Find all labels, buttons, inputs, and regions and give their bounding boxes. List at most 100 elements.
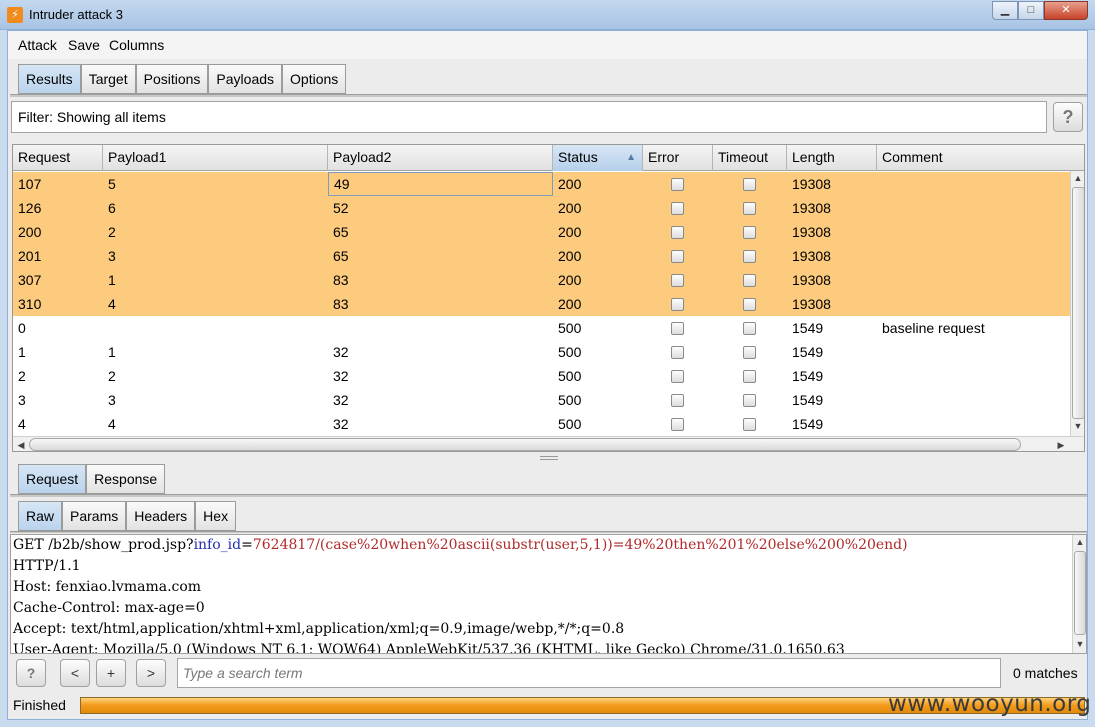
menu-columns[interactable]: Columns xyxy=(109,37,164,53)
tab-response[interactable]: Response xyxy=(86,464,166,494)
scroll-left-icon[interactable]: ◀ xyxy=(14,440,28,451)
search-help-button[interactable]: ? xyxy=(16,659,46,687)
cell-comment xyxy=(877,364,1070,388)
error-checkbox[interactable] xyxy=(671,274,684,287)
cell-request: 2 xyxy=(18,368,26,384)
error-checkbox[interactable] xyxy=(671,226,684,239)
editor-scroll-up-icon[interactable]: ▲ xyxy=(1073,537,1086,547)
cell-payload2: 49 xyxy=(328,172,553,196)
search-input[interactable]: Type a search term xyxy=(177,658,1001,688)
col-timeout[interactable]: Timeout xyxy=(713,145,787,171)
request-param-value: 7624817/(case%20when%20ascii(substr(user… xyxy=(252,537,908,553)
cell-timeout xyxy=(713,364,787,388)
table-row[interactable]: 2 2 32 500 1549 xyxy=(13,364,1070,388)
menu-attack[interactable]: Attack xyxy=(18,37,57,53)
error-checkbox[interactable] xyxy=(671,370,684,383)
tab-request[interactable]: Request xyxy=(18,464,87,494)
tab-results[interactable]: Results xyxy=(18,64,81,94)
cell-error xyxy=(643,412,713,436)
tab-payloads[interactable]: Payloads xyxy=(208,64,283,94)
cell-length: 1549 xyxy=(792,344,824,360)
error-checkbox[interactable] xyxy=(671,394,684,407)
close-icon[interactable]: ✕ xyxy=(1044,1,1088,20)
timeout-checkbox[interactable] xyxy=(743,202,756,215)
col-payload1[interactable]: Payload1 xyxy=(103,145,328,171)
tab-params[interactable]: Params xyxy=(62,501,127,531)
table-row[interactable]: 307 1 83 200 19308 xyxy=(13,268,1070,292)
timeout-checkbox[interactable] xyxy=(743,226,756,239)
error-checkbox[interactable] xyxy=(671,178,684,191)
timeout-checkbox[interactable] xyxy=(743,274,756,287)
timeout-checkbox[interactable] xyxy=(743,298,756,311)
cell-payload2 xyxy=(328,316,553,340)
table-horizontal-scrollbar[interactable]: ◀ ▶ xyxy=(13,436,1084,451)
timeout-checkbox[interactable] xyxy=(743,418,756,431)
table-horizontal-thumb[interactable] xyxy=(29,438,1021,451)
table-row[interactable]: 3 3 32 500 1549 xyxy=(13,388,1070,412)
editor-vertical-thumb[interactable] xyxy=(1074,551,1086,635)
status-text: Finished xyxy=(13,697,66,713)
table-row[interactable]: 0 500 1549 baseline request xyxy=(13,316,1070,340)
cell-payload1: 2 xyxy=(108,224,116,240)
error-checkbox[interactable] xyxy=(671,202,684,215)
tabs-divider xyxy=(10,94,1087,97)
table-row[interactable]: 126 6 52 200 19308 xyxy=(13,196,1070,220)
tab-target[interactable]: Target xyxy=(80,64,136,94)
table-row[interactable]: 200 2 65 200 19308 xyxy=(13,220,1070,244)
search-next-button[interactable]: > xyxy=(136,659,166,687)
col-length[interactable]: Length xyxy=(787,145,877,171)
col-request[interactable]: Request xyxy=(13,145,103,171)
col-error[interactable]: Error xyxy=(643,145,713,171)
col-comment[interactable]: Comment xyxy=(877,145,1084,171)
scroll-down-icon[interactable]: ▼ xyxy=(1071,421,1084,431)
search-add-button[interactable]: + xyxy=(96,659,126,687)
error-checkbox[interactable] xyxy=(671,298,684,311)
menu-save[interactable]: Save xyxy=(68,37,100,53)
search-prev-button[interactable]: < xyxy=(60,659,90,687)
cell-payload1: 5 xyxy=(108,176,116,192)
cell-timeout xyxy=(713,412,787,436)
timeout-checkbox[interactable] xyxy=(743,394,756,407)
table-vertical-thumb[interactable] xyxy=(1072,187,1084,419)
filter-bar[interactable]: Filter: Showing all items xyxy=(11,101,1047,133)
split-pane-handle[interactable] xyxy=(540,456,558,460)
cell-length: 19308 xyxy=(792,272,831,288)
table-row[interactable]: 1 1 32 500 1549 xyxy=(13,340,1070,364)
tab-options[interactable]: Options xyxy=(282,64,347,94)
tab-hex[interactable]: Hex xyxy=(195,501,237,531)
cell-timeout xyxy=(713,172,787,196)
maximize-icon[interactable]: □ xyxy=(1018,1,1044,20)
tab-headers[interactable]: Headers xyxy=(126,501,196,531)
error-checkbox[interactable] xyxy=(671,418,684,431)
cell-status: 500 xyxy=(558,320,582,336)
minimize-icon[interactable]: ▁ xyxy=(992,1,1018,20)
table-row[interactable]: 310 4 83 200 19308 xyxy=(13,292,1070,316)
filter-help-button[interactable]: ? xyxy=(1053,102,1083,132)
cell-comment xyxy=(877,388,1070,412)
cell-request: 4 xyxy=(18,416,26,432)
error-checkbox[interactable] xyxy=(671,346,684,359)
scroll-up-icon[interactable]: ▲ xyxy=(1071,173,1084,183)
error-checkbox[interactable] xyxy=(671,322,684,335)
table-row[interactable]: 4 4 32 500 1549 xyxy=(13,412,1070,436)
cell-length: 1549 xyxy=(792,320,824,336)
table-row[interactable]: 107 5 49 200 19308 xyxy=(13,172,1070,196)
tab-positions[interactable]: Positions xyxy=(135,64,209,94)
error-checkbox[interactable] xyxy=(671,250,684,263)
editor-vertical-scrollbar[interactable]: ▲ ▼ xyxy=(1072,535,1086,653)
table-row[interactable]: 201 3 65 200 19308 xyxy=(13,244,1070,268)
table-vertical-scrollbar[interactable]: ▲ ▼ xyxy=(1070,171,1084,436)
editor-scroll-down-icon[interactable]: ▼ xyxy=(1073,639,1086,649)
scroll-right-icon[interactable]: ▶ xyxy=(1054,440,1068,451)
timeout-checkbox[interactable] xyxy=(743,370,756,383)
cell-timeout xyxy=(713,340,787,364)
timeout-checkbox[interactable] xyxy=(743,178,756,191)
tab-raw[interactable]: Raw xyxy=(18,501,63,531)
timeout-checkbox[interactable] xyxy=(743,250,756,263)
timeout-checkbox[interactable] xyxy=(743,346,756,359)
col-status[interactable]: Status ▲ xyxy=(553,145,643,171)
cell-error xyxy=(643,244,713,268)
timeout-checkbox[interactable] xyxy=(743,322,756,335)
request-editor[interactable]: GET /b2b/show_prod.jsp?info_id=7624817/(… xyxy=(10,534,1087,654)
col-payload2[interactable]: Payload2 xyxy=(328,145,553,171)
